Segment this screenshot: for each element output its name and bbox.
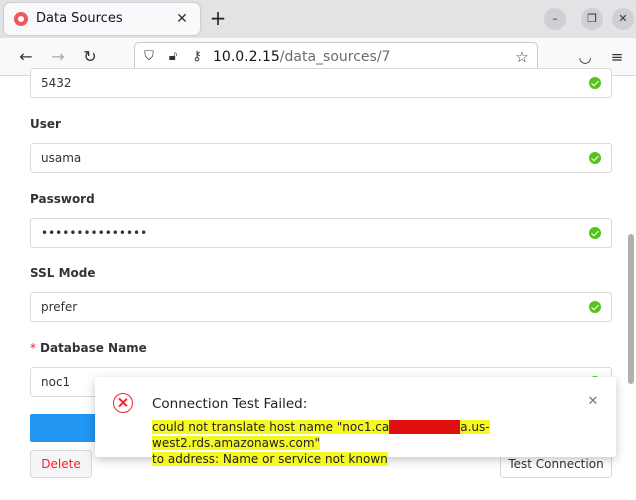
pocket-icon[interactable]: ◡ <box>574 46 596 68</box>
browser-tab-bar: Data Sources ✕ + – ❐ ✕ <box>0 0 636 38</box>
message-part-1: could not translate host name "noc1.ca <box>152 420 390 434</box>
password-input[interactable]: ••••••••••••••• <box>30 218 612 248</box>
star-icon[interactable]: ☆ <box>513 48 531 66</box>
check-circle-icon <box>589 227 601 239</box>
url-text[interactable]: 10.0.2.15/data_sources/7 <box>213 49 390 65</box>
port-input[interactable]: 5432 <box>30 68 612 98</box>
user-label: User <box>30 117 61 131</box>
user-input[interactable]: usama <box>30 143 612 173</box>
user-value: usama <box>41 151 82 165</box>
window-close-icon[interactable]: ✕ <box>612 8 634 30</box>
plus-icon[interactable]: + <box>206 6 230 30</box>
notification-title: Connection Test Failed: <box>152 396 308 412</box>
tab-title: Data Sources <box>36 11 123 26</box>
database-name-label-text: Database Name <box>40 341 147 355</box>
arrow-left-icon[interactable]: ← <box>14 45 38 69</box>
delete-button[interactable]: Delete <box>30 450 92 478</box>
close-icon[interactable]: ✕ <box>172 9 192 29</box>
error-notification: Connection Test Failed: ✕ could not tran… <box>95 377 616 466</box>
arrow-right-icon[interactable]: → <box>46 45 70 69</box>
check-circle-icon <box>589 152 601 164</box>
required-marker: * <box>30 341 36 355</box>
redacted-text: xxxxxxxxxx <box>389 420 461 434</box>
password-value: ••••••••••••••• <box>41 226 148 240</box>
url-host: 10.0.2.15 <box>213 49 280 65</box>
check-circle-icon <box>589 77 601 89</box>
password-label: Password <box>30 192 95 206</box>
hamburger-menu-icon[interactable]: ≡ <box>606 46 628 68</box>
key-icon[interactable]: ⚷ <box>189 49 205 65</box>
redash-favicon-icon <box>14 12 28 26</box>
database-name-value: noc1 <box>41 375 71 389</box>
notification-message: could not translate host name "noc1.caxx… <box>152 419 592 467</box>
check-circle-icon <box>589 301 601 313</box>
port-value: 5432 <box>41 76 72 90</box>
close-icon[interactable]: ✕ <box>586 395 600 409</box>
error-circle-icon <box>113 393 133 413</box>
browser-tab[interactable]: Data Sources ✕ <box>4 3 200 35</box>
shield-icon[interactable]: ⛉ <box>141 49 157 65</box>
scrollbar[interactable] <box>628 234 634 384</box>
minimize-icon[interactable]: – <box>544 8 566 30</box>
ssl-mode-label: SSL Mode <box>30 266 96 280</box>
ssl-mode-input[interactable]: prefer <box>30 292 612 322</box>
reload-icon[interactable]: ↻ <box>78 45 102 69</box>
message-line-1: could not translate host name "noc1.caxx… <box>152 420 490 450</box>
lock-icon[interactable]: 🔓︎ <box>165 49 181 65</box>
url-path: /data_sources/7 <box>279 49 391 65</box>
ssl-mode-value: prefer <box>41 300 78 314</box>
database-name-label: * Database Name <box>30 341 147 355</box>
restore-icon[interactable]: ❐ <box>581 8 603 30</box>
message-line-2: to address: Name or service not known <box>152 452 388 466</box>
